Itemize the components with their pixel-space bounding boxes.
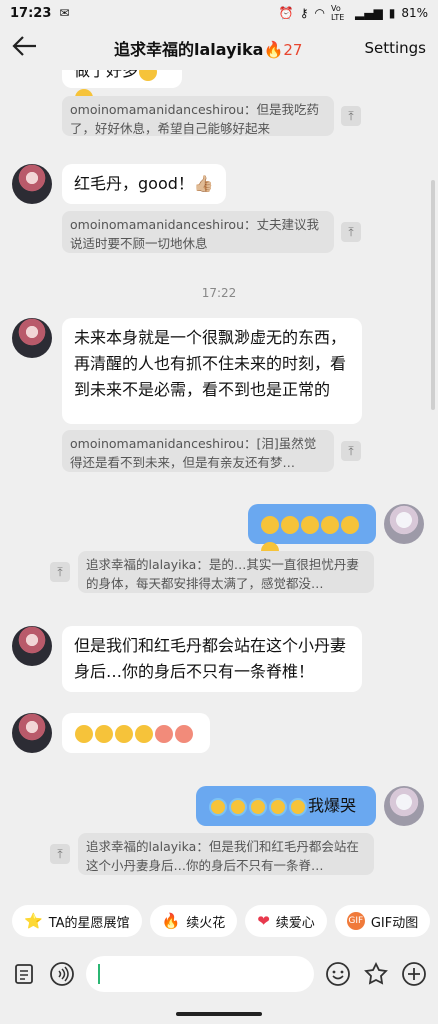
message-bubble[interactable]: 未来本身就是一个很飘渺虚无的东西，再清醒的人也有抓不住未来的时刻，看到未来不是必…	[62, 318, 362, 424]
voice-icon[interactable]	[48, 960, 76, 988]
jump-to-quote-icon[interactable]: ⤒	[50, 844, 70, 864]
star-icon: ⭐	[24, 912, 43, 930]
wifi-icon: ◠	[314, 6, 326, 20]
emoji-icon	[281, 515, 299, 534]
avatar[interactable]	[12, 713, 52, 753]
status-bar: 17:23 ✉ ⏰ ⚷ ◠ Vo LTE ▂▄▆ ▮ 81%	[0, 0, 438, 26]
status-time: 17:23	[10, 5, 52, 21]
continue-spark-button[interactable]: 🔥 续火花	[149, 905, 238, 937]
message-bubble-partial[interactable]: 做了好多	[62, 70, 182, 107]
key-icon: ⚷	[299, 6, 309, 20]
crying-emoji-icon	[229, 797, 247, 816]
emoji-icon	[95, 724, 113, 743]
alarm-icon: ⏰	[278, 6, 294, 20]
battery-icon: ▮	[388, 6, 396, 20]
arrow-left-icon[interactable]	[12, 35, 52, 62]
emoji-icon	[135, 724, 153, 743]
battery-percent: 81%	[401, 6, 428, 20]
plus-icon[interactable]	[400, 960, 428, 988]
chat-title: 追求幸福的lalayika🔥27	[52, 36, 364, 60]
fire-icon: 🔥	[161, 912, 181, 930]
crying-emoji-icon	[269, 797, 287, 816]
timestamp: 17:22	[201, 286, 237, 300]
message-bubble[interactable]: 红毛丹，good！👍🏼	[62, 164, 226, 204]
message-bubble[interactable]: 但是我们和红毛丹都会站在这个小丹妻身后…你的身后不只有一条脊椎！	[62, 626, 362, 692]
my-message-bubble[interactable]	[248, 504, 376, 560]
emoji-icon	[301, 515, 319, 534]
emoji-icon	[175, 724, 193, 743]
sticker-icon[interactable]	[362, 960, 390, 988]
my-avatar[interactable]	[384, 786, 424, 826]
crying-emoji-icon	[209, 797, 227, 816]
jump-to-quote-icon[interactable]: ⤒	[341, 222, 361, 242]
emoji-icon	[261, 515, 279, 534]
emoji-icon	[75, 724, 93, 743]
crying-emoji-icon	[289, 797, 307, 816]
input-bar	[0, 948, 438, 1000]
quick-actions: ⭐ TA的星愿展馆 🔥 续火花 ❤ 续爱心 GIF GIF动图	[0, 905, 438, 941]
jump-to-quote-icon[interactable]: ⤒	[341, 441, 361, 461]
star-wish-gallery-button[interactable]: ⭐ TA的星愿展馆	[12, 905, 142, 937]
message-input[interactable]	[86, 956, 314, 992]
continue-heart-button[interactable]: ❤ 续爱心	[245, 905, 327, 937]
fire-icon: 🔥	[263, 40, 284, 59]
crying-emoji-icon	[249, 797, 267, 816]
contact-name: 追求幸福的lalayika	[114, 40, 264, 59]
signal-icon: ▂▄▆	[355, 6, 383, 20]
emoji-icon	[115, 724, 133, 743]
emoji-icon	[321, 515, 339, 534]
emoji-icon	[155, 724, 173, 743]
jump-to-quote-icon[interactable]: ⤒	[341, 106, 361, 126]
quoted-reply[interactable]: omoinomamanidanceshirou：丈夫建议我说适时要不顾一切地休息	[62, 211, 334, 253]
quoted-reply[interactable]: 追求幸福的lalayika：但是我们和红毛丹都会站在这个小丹妻身后…你的身后不只…	[78, 833, 374, 875]
my-message-bubble[interactable]: 我爆哭	[196, 786, 376, 826]
settings-button[interactable]: Settings	[364, 39, 426, 57]
document-icon[interactable]	[10, 960, 38, 988]
emoji-icon	[139, 70, 158, 81]
gif-icon: GIF	[346, 912, 365, 930]
my-avatar[interactable]	[384, 504, 424, 544]
gif-button[interactable]: GIF GIF动图	[334, 905, 431, 937]
avatar[interactable]	[12, 318, 52, 358]
avatar[interactable]	[12, 164, 52, 204]
heart-icon: ❤	[257, 912, 270, 930]
quoted-reply[interactable]: omoinomamanidanceshirou：但是我吃药了，好好休息，希望自己…	[62, 96, 334, 136]
volte-icon: Vo LTE	[331, 4, 345, 22]
quoted-reply[interactable]: 追求幸福的lalayika：是的…其实一直很担忧丹妻的身体，每天都安排得太满了，…	[78, 551, 374, 593]
quoted-reply[interactable]: omoinomamanidanceshirou：[泪]虽然觉得还是看不到未来，但…	[62, 430, 334, 472]
avatar[interactable]	[12, 626, 52, 666]
emoji-icon	[341, 515, 359, 534]
chat-header: 追求幸福的lalayika🔥27 Settings	[0, 26, 438, 70]
message-bubble[interactable]	[62, 713, 210, 753]
emoji-picker-icon[interactable]	[324, 960, 352, 988]
streak-count: 27	[283, 41, 303, 59]
gmail-icon: ✉	[59, 6, 70, 20]
jump-to-quote-icon[interactable]: ⤒	[50, 562, 70, 582]
chat-area[interactable]: 做了好多 omoinomamanidanceshirou：但是我吃药了，好好休息…	[0, 70, 438, 898]
navigation-handle[interactable]	[176, 1012, 262, 1016]
text-cursor	[98, 964, 100, 984]
